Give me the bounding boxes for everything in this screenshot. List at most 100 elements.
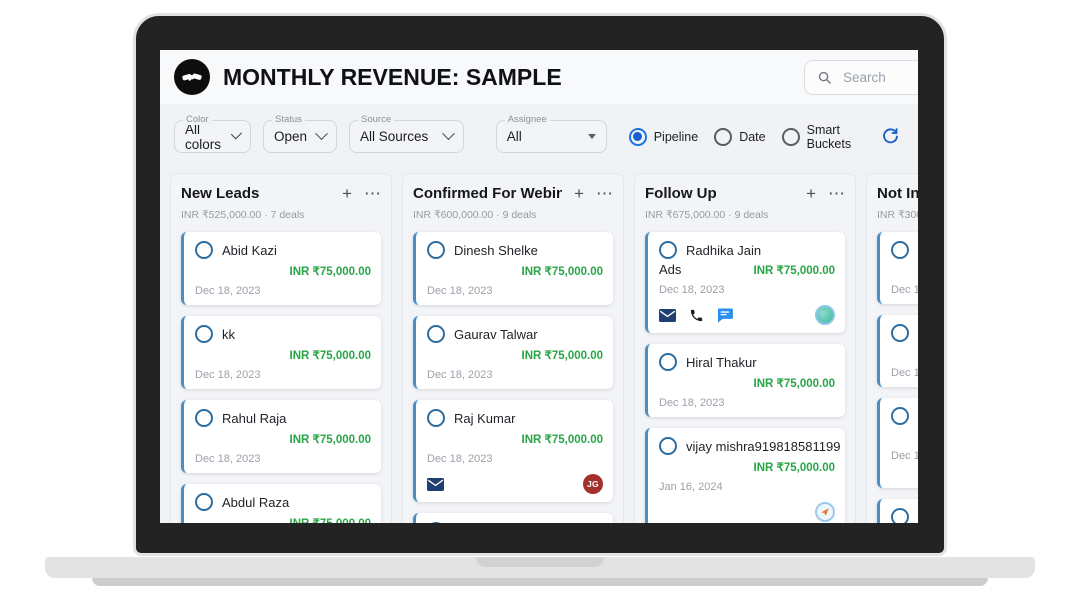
add-card-icon[interactable]: + bbox=[806, 185, 816, 202]
kanban-board: New Leads + ⋯ INR ₹525,000.00 · 7 deals … bbox=[160, 165, 918, 523]
deal-card[interactable]: vijay mishra919818581199 INR ₹75,000.00 … bbox=[645, 428, 845, 523]
lead-status-circle-icon[interactable] bbox=[891, 508, 909, 523]
handshake-logo-icon bbox=[174, 59, 210, 95]
column-summary: INR ₹675,000.00 · 9 deals bbox=[645, 209, 845, 221]
lead-status-circle-icon[interactable] bbox=[659, 437, 677, 455]
deal-date: Dec 18, 2023 bbox=[427, 453, 603, 465]
deal-date: Jan 16, 2024 bbox=[659, 481, 835, 493]
deal-name: Radhika Jain bbox=[686, 243, 761, 258]
deal-amount: INR ₹75,000.00 bbox=[427, 264, 603, 278]
radio-pipeline-label: Pipeline bbox=[654, 130, 698, 144]
deal-card[interactable]: kk INR ₹75,000.00 Dec 18, 2023 bbox=[181, 316, 381, 389]
search-box[interactable] bbox=[804, 60, 918, 95]
deal-amount: INR ₹75,000.00 bbox=[427, 348, 603, 362]
phone-icon[interactable] bbox=[689, 308, 704, 323]
deal-name: Raj Kumar bbox=[454, 411, 515, 426]
column-title: Not Interested bbox=[877, 185, 918, 202]
deal-card[interactable]: Mar Dec 18, 2023 bbox=[877, 398, 918, 488]
lead-status-circle-icon[interactable] bbox=[891, 324, 909, 342]
radio-pipeline[interactable]: Pipeline bbox=[629, 128, 698, 146]
deal-amount: INR ₹75,000.00 bbox=[754, 263, 835, 277]
deal-date: Dec 18, 2023 bbox=[891, 367, 918, 379]
column-title: Follow Up bbox=[645, 185, 794, 202]
deal-name: kk bbox=[222, 327, 235, 342]
lead-status-circle-icon[interactable] bbox=[427, 409, 445, 427]
lead-status-circle-icon[interactable] bbox=[427, 522, 445, 523]
radio-smart-buckets[interactable]: Smart Buckets bbox=[782, 123, 869, 151]
chevron-down-icon bbox=[315, 127, 328, 140]
lead-status-circle-icon[interactable] bbox=[195, 241, 213, 259]
chat-icon[interactable] bbox=[717, 308, 733, 323]
deal-name: Rahul Raja bbox=[222, 411, 286, 426]
add-card-icon[interactable]: + bbox=[574, 185, 584, 202]
dropdown-arrow-icon bbox=[588, 134, 596, 139]
column-new-leads: New Leads + ⋯ INR ₹525,000.00 · 7 deals … bbox=[170, 173, 392, 523]
deal-date: Dec 18, 2023 bbox=[659, 284, 835, 296]
radio-date[interactable]: Date bbox=[714, 128, 765, 146]
deal-card[interactable]: Gaurav Talwar INR ₹75,000.00 Dec 18, 202… bbox=[413, 316, 613, 389]
lead-status-circle-icon[interactable] bbox=[891, 241, 909, 259]
add-card-icon[interactable]: + bbox=[342, 185, 352, 202]
radio-unselected-icon[interactable] bbox=[714, 128, 732, 146]
deal-date: Dec 18, 2023 bbox=[427, 285, 603, 297]
assignee-avatar[interactable] bbox=[815, 305, 835, 325]
laptop-base-shadow bbox=[92, 578, 988, 586]
radio-unselected-icon[interactable] bbox=[782, 128, 800, 146]
deal-card[interactable]: Raj Kumar INR ₹75,000.00 Dec 18, 2023 JG bbox=[413, 400, 613, 502]
deal-card[interactable]: Dinesh Shelke INR ₹75,000.00 Dec 18, 202… bbox=[413, 232, 613, 305]
search-input[interactable] bbox=[841, 69, 918, 86]
deal-card[interactable]: Radhika Jain Ads INR ₹75,000.00 Dec 18, … bbox=[645, 232, 845, 333]
deal-name: vijay mishra919818581199 bbox=[686, 439, 840, 454]
refresh-icon bbox=[881, 127, 900, 146]
assignee-avatar[interactable]: JG bbox=[583, 474, 603, 494]
column-header: Follow Up + ⋯ bbox=[645, 185, 845, 202]
lead-status-circle-icon[interactable] bbox=[427, 325, 445, 343]
deal-card[interactable]: Abid Kazi INR ₹75,000.00 Dec 18, 2023 bbox=[181, 232, 381, 305]
source-filter-value: All Sources bbox=[360, 129, 428, 144]
page: MONTHLY REVENUE: SAMPLE Color All colors… bbox=[0, 0, 1080, 600]
deal-card[interactable]: swa Dec 18, 2023 bbox=[877, 315, 918, 387]
column-menu-icon[interactable]: ⋯ bbox=[596, 185, 613, 202]
column-header: Not Interested + ⋯ bbox=[877, 185, 918, 202]
deal-amount: INR ₹75,000.00 bbox=[427, 432, 603, 446]
column-menu-icon[interactable]: ⋯ bbox=[364, 185, 381, 202]
deal-card[interactable]: Rahul Raja INR ₹75,000.00 Dec 18, 2023 bbox=[181, 400, 381, 473]
source-filter-dropdown[interactable]: Source All Sources bbox=[349, 120, 464, 153]
campaign-avatar[interactable] bbox=[815, 502, 835, 522]
assignee-filter-dropdown[interactable]: Assignee All bbox=[496, 120, 607, 153]
column-menu-icon[interactable]: ⋯ bbox=[828, 185, 845, 202]
mail-icon[interactable] bbox=[659, 309, 676, 322]
column-header: Confirmed For Webinar + ⋯ bbox=[413, 185, 613, 202]
color-filter-dropdown[interactable]: Color All colors bbox=[174, 120, 251, 153]
column-header: New Leads + ⋯ bbox=[181, 185, 381, 202]
lead-status-circle-icon[interactable] bbox=[659, 353, 677, 371]
app-screen: MONTHLY REVENUE: SAMPLE Color All colors… bbox=[160, 50, 918, 523]
deal-name: Abdul Raza bbox=[222, 495, 289, 510]
lead-status-circle-icon[interactable] bbox=[195, 493, 213, 511]
deal-amount: INR ₹75,000.00 bbox=[659, 460, 835, 474]
deal-date: Dec 18, 2023 bbox=[427, 369, 603, 381]
send-triangle-icon bbox=[820, 507, 830, 517]
color-filter-value: All colors bbox=[185, 122, 223, 152]
deal-date: Dec 18, 2023 bbox=[891, 284, 918, 296]
radio-smart-buckets-label: Smart Buckets bbox=[807, 123, 869, 151]
lead-status-circle-icon[interactable] bbox=[891, 407, 909, 425]
mail-icon[interactable] bbox=[427, 478, 444, 491]
deal-card[interactable]: Abdul Raza INR ₹75,000.00 Dec 18, 2023 bbox=[181, 484, 381, 523]
status-filter-dropdown[interactable]: Status Open bbox=[263, 120, 337, 153]
deal-card[interactable]: Hiral Thakur INR ₹75,000.00 Dec 18, 2023 bbox=[645, 344, 845, 417]
deal-card[interactable]: Kira Dec 18, 2023 bbox=[877, 232, 918, 304]
lead-status-circle-icon[interactable] bbox=[427, 241, 445, 259]
refresh-button[interactable] bbox=[881, 127, 900, 146]
lead-status-circle-icon[interactable] bbox=[195, 409, 213, 427]
deal-card[interactable]: Danish Shaikh INR ₹75,000.00 Dec 18, 202… bbox=[413, 513, 613, 523]
assignee-filter-value: All bbox=[507, 129, 522, 144]
radio-selected-icon[interactable] bbox=[629, 128, 647, 146]
view-mode-radio-group: Pipeline Date Smart Buckets bbox=[629, 123, 869, 151]
lead-status-circle-icon[interactable] bbox=[659, 241, 677, 259]
deal-name: Hiral Thakur bbox=[686, 355, 757, 370]
lead-status-circle-icon[interactable] bbox=[195, 325, 213, 343]
deal-card[interactable]: Gar Dec 18, 2023 bbox=[877, 499, 918, 523]
deal-date: Dec 18, 2023 bbox=[659, 397, 835, 409]
source-filter-label: Source bbox=[358, 114, 394, 125]
